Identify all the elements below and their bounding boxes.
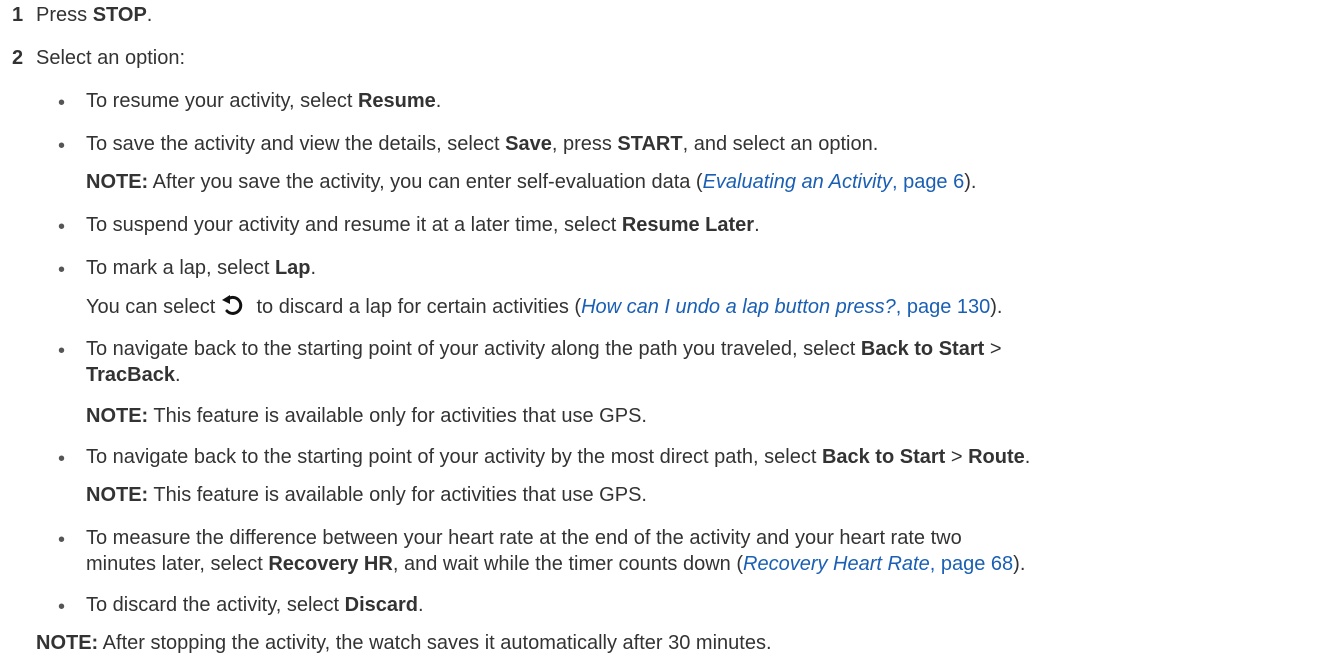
bullet: •: [58, 596, 66, 618]
bullet: •: [58, 448, 66, 470]
option-recovery-cont: minutes later, select Recovery HR, and w…: [86, 553, 1026, 575]
bullet: •: [58, 529, 66, 551]
option-tracback-cont: TracBack.: [86, 364, 181, 386]
option-save: To save the activity and view the detail…: [86, 133, 879, 155]
bullet: •: [58, 216, 66, 238]
step-1: 1 Press STOP.: [12, 4, 153, 26]
tracback-note: NOTE: This feature is available only for…: [86, 405, 647, 427]
stop-key: STOP: [92, 4, 147, 26]
step-2: 2 Select an option:: [12, 47, 185, 69]
bullet: •: [58, 340, 66, 362]
option-discard: To discard the activity, select Discard.: [86, 594, 424, 616]
option-resume-later: To suspend your activity and resume it a…: [86, 214, 760, 236]
final-note: NOTE: After stopping the activity, the w…: [36, 632, 772, 654]
option-resume: To resume your activity, select Resume.: [86, 90, 442, 112]
save-note: NOTE: After you save the activity, you c…: [86, 171, 977, 193]
option-tracback: To navigate back to the starting point o…: [86, 338, 1002, 360]
option-recovery: To measure the difference between your h…: [86, 527, 962, 549]
bullet: •: [58, 259, 66, 281]
route-note: NOTE: This feature is available only for…: [86, 484, 647, 506]
undo-lap-link[interactable]: How can I undo a lap button press?, page…: [581, 296, 990, 318]
lap-note: You can select to discard a lap for cert…: [86, 293, 1002, 320]
option-route: To navigate back to the starting point o…: [86, 446, 1031, 468]
step-number: 2: [12, 47, 24, 69]
option-lap: To mark a lap, select Lap.: [86, 257, 317, 279]
step-number: 1: [12, 4, 24, 26]
recovery-heart-rate-link[interactable]: Recovery Heart Rate, page 68: [743, 553, 1013, 575]
bullet: •: [58, 135, 66, 157]
undo-icon: [221, 295, 243, 315]
evaluating-activity-link[interactable]: Evaluating an Activity, page 6: [703, 171, 965, 193]
bullet: •: [58, 92, 66, 114]
